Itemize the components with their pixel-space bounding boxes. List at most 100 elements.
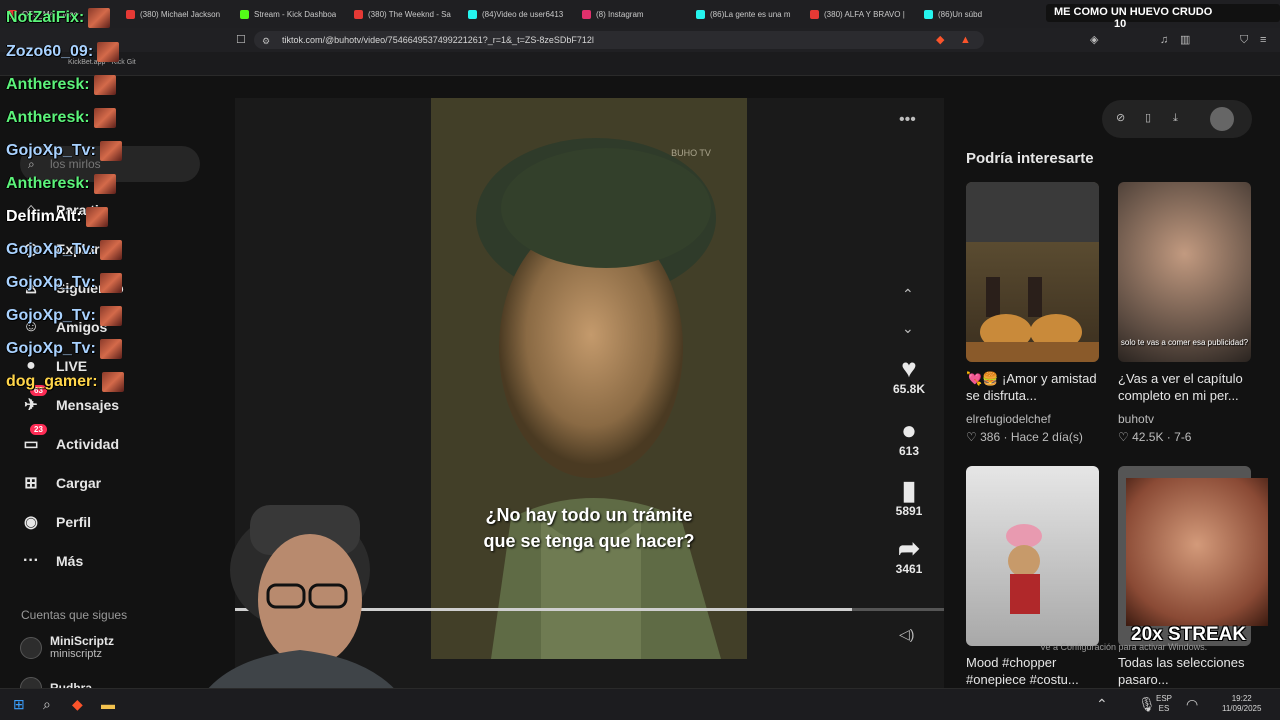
coin-icon[interactable]: ⊘ — [1116, 112, 1125, 124]
account-handle: miniscriptz — [50, 648, 102, 660]
browser-tab[interactable]: (8) Instagram — [582, 6, 688, 22]
caption-line-1: ¿No hay todo un trámite — [485, 505, 693, 525]
chat-username: Antheresk: — [6, 76, 90, 93]
rec-card-author[interactable]: buhotv — [1118, 412, 1154, 426]
device-icon[interactable]: ▯ — [1145, 112, 1151, 124]
chat-emote-icon — [99, 273, 122, 293]
share-action[interactable]: ➦ 3461 — [880, 534, 938, 576]
chat-emote-icon — [99, 306, 122, 326]
chat-emote-icon — [93, 108, 116, 128]
tab-favicon-icon — [582, 9, 591, 19]
streamer-webcam — [150, 480, 415, 720]
music-icon[interactable]: ♫ — [1160, 34, 1168, 46]
browser-tab[interactable]: (84)Video de user6413 — [468, 6, 574, 22]
brave-browser-icon[interactable]: ◆ — [72, 696, 83, 713]
bookmark-icon[interactable]: ☐ — [236, 34, 246, 46]
browser-tab[interactable]: (86)La gente es una m — [696, 6, 802, 22]
language-sub: ES — [1158, 704, 1170, 713]
chat-username: dog_gamer: — [6, 373, 98, 390]
chat-message: NotZaiFix: — [6, 8, 111, 28]
comment-action[interactable]: ● 613 — [880, 416, 938, 458]
chat-emote-icon — [99, 339, 122, 359]
site-info-icon[interactable]: ⚙ — [262, 35, 270, 47]
tab-favicon-icon — [696, 9, 705, 19]
language-code: ESP — [1156, 694, 1173, 703]
bookmark-save-icon: ▮ — [901, 475, 917, 505]
rec-card-author[interactable]: elrefugiodelchef — [966, 412, 1051, 426]
video-frame — [431, 98, 747, 659]
sidebar-item-actividad[interactable]: ▭ 23 Actividad — [20, 424, 120, 455]
rec-card-3-thumbnail[interactable] — [966, 466, 1099, 646]
extension-icon[interactable]: ◈ — [1090, 34, 1098, 46]
windows-start-icon[interactable]: ⊞ — [13, 696, 25, 713]
sidebar-item-mensajes[interactable]: ✈ 63 Mensajes — [20, 385, 119, 416]
address-bar[interactable]: tiktok.com/@buhotv/video/754664953749922… — [254, 31, 984, 49]
taskbar-search-icon[interactable]: ⌕ — [43, 696, 51, 713]
more-icon: ··· — [23, 552, 39, 569]
clock-date: 11/09/2025 — [1222, 704, 1262, 713]
wifi-icon[interactable]: ◠ — [1186, 696, 1198, 713]
browser-tab[interactable]: Stream - Kick Dashboa — [240, 6, 346, 22]
rec-card-title[interactable]: Todas las selecciones pasaro... — [1118, 654, 1254, 688]
language-indicator[interactable]: ESP ES — [1156, 694, 1172, 714]
rec-card-title[interactable]: Mood #chopper #onepiece #costu... — [966, 654, 1102, 688]
browser-tab[interactable]: (86)Un súbd — [924, 6, 1030, 22]
sidebar-item-label: Actividad — [56, 436, 120, 452]
sidebar-item-label: Perfil — [56, 514, 92, 530]
tab-favicon-icon — [468, 9, 477, 19]
next-video-icon[interactable]: ⌄ — [902, 321, 914, 335]
sidebar-item-cargar[interactable]: ⊞ Cargar — [20, 472, 101, 494]
url-text: tiktok.com/@buhotv/video/754664953749922… — [282, 35, 594, 45]
like-action[interactable]: ♥ 65.8K — [880, 354, 938, 396]
tab-title: (86)La gente es una m — [710, 9, 791, 19]
chat-message: Antheresk: — [6, 108, 116, 128]
following-section-label: Cuentas que sigues — [21, 608, 128, 622]
rec-card-title[interactable]: 💘🍔 ¡Amor y amistad se disfruta... — [966, 370, 1102, 404]
thumbnail-overlay-text: solo te vas a comer esa publicidad? — [1120, 338, 1249, 347]
download-icon[interactable]: ⤓ — [1173, 112, 1178, 124]
rec-card-2-thumbnail[interactable]: solo te vas a comer esa publicidad? — [1118, 182, 1251, 362]
chat-username: NotZaiFix: — [6, 9, 85, 26]
shield-icon[interactable]: ⛉ — [1240, 34, 1248, 46]
rec-card-date: Hace 2 día(s) — [1010, 430, 1083, 444]
chat-message: GojoXp_Tv: — [6, 306, 122, 326]
chat-emote-icon — [85, 207, 108, 227]
browser-tab[interactable]: (380) The Weeknd - Sa — [354, 6, 460, 22]
rec-card-title[interactable]: ¿Vas a ver el capítulo completo en mi pe… — [1118, 370, 1254, 404]
browser-tab[interactable]: (380) ALFA Y BRAVO | — [810, 6, 916, 22]
account-name: MiniScriptz — [50, 634, 115, 648]
sidebar-item-label: Cargar — [56, 475, 102, 491]
more-options-icon[interactable]: ••• — [899, 112, 916, 128]
clock[interactable]: 19:22 11/09/2025 — [1222, 694, 1261, 714]
menu-icon[interactable]: ≡ — [1260, 34, 1266, 46]
chat-emote-icon — [97, 42, 120, 62]
rec-card-1-thumbnail[interactable] — [966, 182, 1099, 362]
burger-thumbnail-art — [966, 182, 1099, 362]
following-account[interactable]: MiniScriptz miniscriptz — [20, 634, 114, 661]
sidebar-item-m-s[interactable]: ··· Más — [20, 550, 83, 572]
chat-username: DelfimAlt: — [6, 208, 82, 225]
avatar[interactable] — [1210, 107, 1234, 131]
tab-title: (84)Video de user6413 — [482, 9, 564, 19]
video-player[interactable]: BUHO TV — [431, 98, 747, 659]
browser-tab[interactable]: (380) Michael Jackson — [126, 6, 232, 22]
tab-title: (380) The Weeknd - Sa — [368, 9, 451, 19]
chat-username: Antheresk: — [6, 175, 90, 192]
tray-chevron-icon[interactable]: ⌃ — [1096, 696, 1108, 713]
save-action[interactable]: ▮ 5891 — [880, 476, 938, 518]
volume-icon[interactable]: ◁) — [899, 627, 914, 641]
tab-favicon-icon — [810, 9, 819, 19]
tab-favicon-icon — [924, 9, 933, 19]
tab-favicon-icon — [354, 9, 363, 19]
brave-rewards-icon[interactable]: ▲ — [960, 34, 971, 46]
file-explorer-icon[interactable]: ▬ — [101, 696, 115, 712]
microphone-icon[interactable]: 🎙 — [1138, 696, 1156, 713]
comment-icon: ● — [901, 415, 917, 445]
prev-video-icon[interactable]: ⌃ — [902, 287, 914, 301]
brave-shield-icon[interactable]: ◆ — [936, 34, 944, 46]
sidebar-icon[interactable]: ▥ — [1180, 34, 1190, 46]
sidebar-item-perfil[interactable]: ◉ Perfil — [20, 511, 91, 533]
tab-title: (380) ALFA Y BRAVO | — [824, 9, 905, 19]
notification-badge: 23 — [30, 424, 47, 435]
rec-card-date: 7-6 — [1174, 430, 1192, 444]
